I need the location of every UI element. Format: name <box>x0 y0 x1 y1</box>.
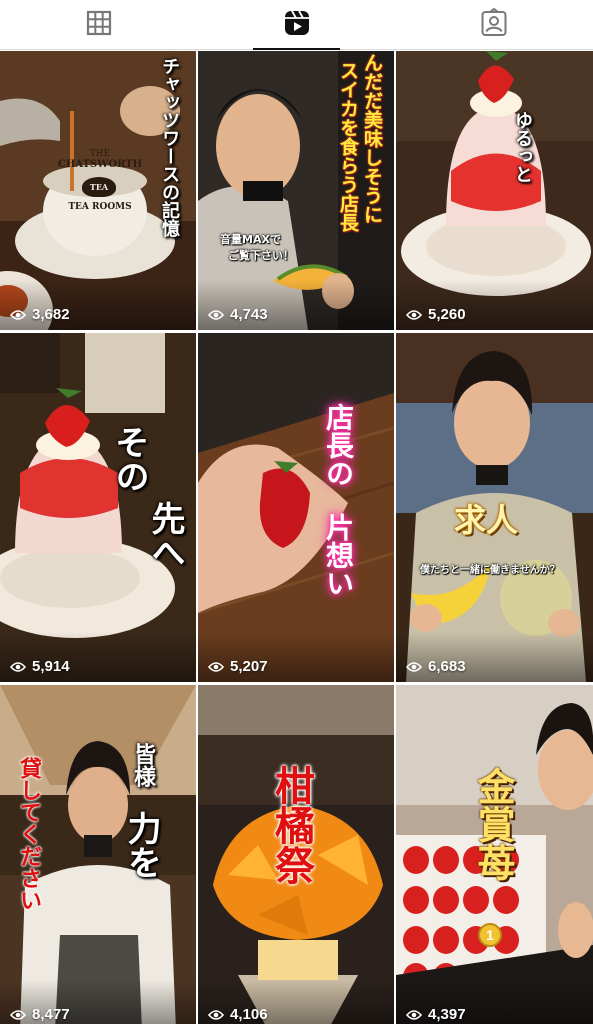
reel-thumbnail[interactable]: 皆様 力を 貸してください 8,477 <box>0 685 196 1024</box>
reel-thumbnail[interactable]: 求人 僕たちと一緒に働きませんか？ 6,683 <box>396 333 593 682</box>
reel-thumbnail[interactable]: 店長の 片想い 5,207 <box>198 333 394 682</box>
eye-icon <box>208 309 224 320</box>
profile-tab-bar <box>0 0 593 50</box>
teapot-icon: TEA <box>74 173 126 199</box>
reel-caption: 金賞苺 <box>471 767 515 881</box>
gold-medal-icon: 1 <box>478 923 502 947</box>
eye-icon <box>406 309 422 320</box>
reel-caption: チャッツワースの記憶 <box>159 57 180 237</box>
reels-icon <box>282 8 312 42</box>
reel-caption: 求人 <box>454 501 519 539</box>
view-count: 8,477 <box>10 1006 70 1023</box>
eye-icon <box>10 661 26 672</box>
reel-thumbnail[interactable]: その 先へ 5,914 <box>0 333 196 682</box>
view-count: 4,743 <box>208 306 268 323</box>
eye-icon <box>208 1009 224 1020</box>
reel-thumbnail[interactable]: 金賞苺 1 4,397 <box>396 685 593 1024</box>
reels-grid: THE CHATSWORTH TEA TEA ROOMS チャッツワースの記憶 … <box>0 51 593 1024</box>
view-count: 5,914 <box>10 658 70 675</box>
reel-thumbnail[interactable]: THE CHATSWORTH TEA TEA ROOMS チャッツワースの記憶 … <box>0 51 196 330</box>
eye-icon <box>208 661 224 672</box>
grid-icon <box>84 8 114 42</box>
reel-subcaption: 僕たちと一緒に働きませんか？ <box>420 565 560 576</box>
view-count: 5,260 <box>406 306 466 323</box>
reel-caption: 柑橘祭 <box>268 765 314 885</box>
tagged-icon <box>479 7 509 42</box>
volume-note: 音量MAXで ご覧下さい！ <box>220 233 294 262</box>
tab-reels[interactable] <box>198 0 396 50</box>
tab-tagged[interactable] <box>395 0 593 49</box>
reel-thumbnail[interactable]: ゆるっと 5,260 <box>396 51 593 330</box>
eye-icon <box>406 661 422 672</box>
eye-icon <box>406 1009 422 1020</box>
reel-thumbnail[interactable]: 柑橘祭 4,106 <box>198 685 394 1024</box>
view-count: 5,207 <box>208 658 268 675</box>
reel-thumbnail[interactable]: んだだ美味しそうに スイカを食らう店長 音量MAXで ご覧下さい！ 4,743 <box>198 51 394 330</box>
eye-icon <box>10 309 26 320</box>
hand-holding-strawberry-image <box>198 333 394 682</box>
view-count: 4,106 <box>208 1006 268 1023</box>
tab-posts-grid[interactable] <box>0 0 198 49</box>
view-count: 4,397 <box>406 1006 466 1023</box>
view-count: 3,682 <box>10 306 70 323</box>
view-count: 6,683 <box>406 658 466 675</box>
eye-icon <box>10 1009 26 1020</box>
reel-caption: ゆるっと <box>512 111 533 183</box>
tea-rooms-logo: THE CHATSWORTH TEA TEA ROOMS <box>57 149 143 212</box>
